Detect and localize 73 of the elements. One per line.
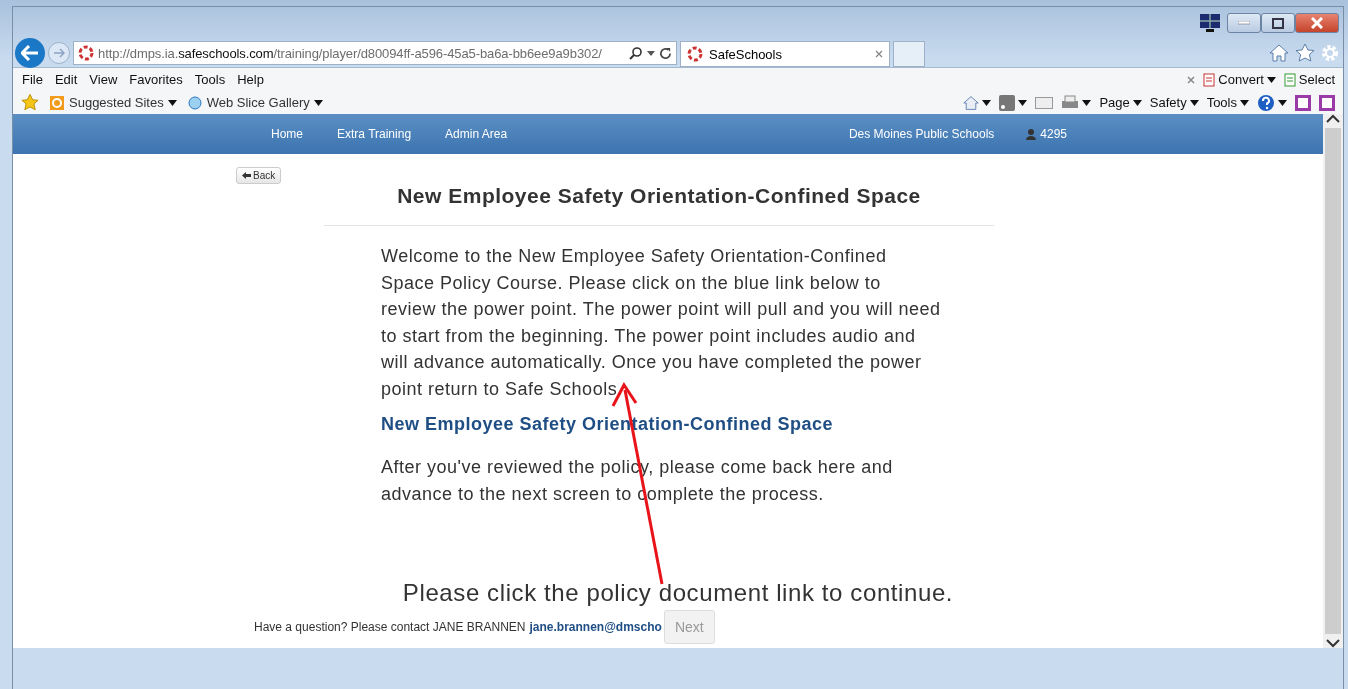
nav-link[interactable]: Home [271, 127, 303, 141]
toolbar-button[interactable]: Safety [1149, 95, 1187, 110]
menu-item[interactable]: File [21, 72, 44, 87]
user-menu[interactable]: 4295 [1040, 127, 1067, 141]
caret-icon [1189, 99, 1199, 106]
menu-item[interactable]: Edit [53, 72, 79, 87]
search-icon[interactable] [629, 46, 643, 60]
home-icon[interactable] [963, 94, 980, 111]
maximize-icon [1272, 17, 1284, 29]
caret-icon [167, 99, 177, 106]
continue-notice: Please click the policy document link to continue. [401, 579, 955, 607]
close-icon[interactable] [875, 50, 883, 58]
forward-arrow-icon [53, 48, 65, 58]
back-button[interactable] [15, 38, 45, 68]
organization-name: Des Moines Public Schools [848, 127, 995, 141]
caret-icon[interactable] [647, 50, 655, 56]
nav-link[interactable]: Extra Training [337, 127, 412, 141]
contact-text: Have a question? Please contact JANE BRANNEN [254, 620, 526, 634]
toolbar-button[interactable]: Convert [1218, 72, 1264, 87]
menu-item[interactable]: Tools [193, 72, 227, 87]
caret-icon [1018, 99, 1028, 106]
close-icon[interactable] [1187, 75, 1196, 84]
browser-tab[interactable]: SafeSchools [680, 41, 890, 67]
lifebuoy-icon [687, 46, 703, 62]
printer-icon[interactable] [1061, 94, 1080, 111]
feed-icon[interactable] [999, 94, 1016, 111]
notebook-icon[interactable] [1295, 94, 1311, 111]
new-tab-button[interactable] [893, 41, 925, 67]
scroll-up-icon[interactable] [1326, 114, 1340, 124]
back-arrow-icon [21, 45, 39, 61]
intro-paragraph: Welcome to the New Employee Safety Orientation-Confined Space Policy Course. Please click on the blue link below to review the power point. The power point will pull and you will need to start from the beginning. The power point includes audio and will advance automatically. Once you have completed the power point return to Safe Schools. [381, 245, 941, 401]
email-link[interactable]: jane.brannen@dmscho [529, 620, 662, 634]
scroll-down-icon[interactable] [1326, 638, 1340, 648]
favorites-link[interactable]: Web Slice Gallery [206, 95, 310, 110]
lifebuoy-icon [78, 45, 94, 61]
user-icon [1026, 128, 1037, 140]
toolbar-button[interactable]: Select [1298, 72, 1335, 87]
toolbar-button[interactable]: Page [1099, 95, 1130, 110]
caret-icon [1132, 99, 1142, 106]
refresh-icon[interactable] [659, 46, 672, 60]
minimize-icon [1238, 21, 1250, 25]
maximize-button[interactable] [1261, 13, 1295, 33]
favorites-star-icon[interactable] [21, 94, 39, 111]
forward-button[interactable] [48, 42, 70, 64]
caret-icon [1240, 99, 1249, 106]
help-icon[interactable] [1257, 93, 1275, 112]
caret-icon [1278, 99, 1287, 106]
nav-link[interactable]: Admin Area [445, 127, 508, 141]
caret-icon [1082, 99, 1092, 106]
monitor-icon [1199, 13, 1221, 33]
site-icon [49, 94, 65, 111]
document-icon [1283, 72, 1296, 87]
menu-item[interactable]: Favorites [128, 72, 184, 87]
address-field[interactable]: http://dmps.ia.safeschools.com/training/player/d80094ff-a596-45a5-ba6a-bb6ee9a9b302/ [73, 41, 677, 65]
document-icon [1203, 72, 1216, 87]
favorites-link[interactable]: Suggested Sites [69, 95, 164, 110]
mail-icon[interactable] [1035, 96, 1054, 109]
caret-icon [982, 99, 992, 106]
web-page-icon [186, 94, 203, 111]
scrollbar-thumb[interactable] [1325, 128, 1341, 634]
star-icon[interactable] [1295, 44, 1315, 62]
toolbar-button[interactable]: Tools [1206, 95, 1237, 110]
close-button[interactable] [1295, 13, 1339, 33]
left-arrow-icon [242, 172, 251, 179]
back-button[interactable]: Back [236, 167, 282, 184]
close-icon [1311, 17, 1323, 29]
caret-icon [313, 99, 323, 106]
page-title: New Employee Safety Orientation-Confined Space [324, 184, 994, 226]
caret-icon [1266, 76, 1276, 83]
menu-item[interactable]: Help [236, 72, 265, 87]
menu-item[interactable]: View [88, 72, 119, 87]
notebook-icon[interactable] [1319, 94, 1335, 111]
home-icon[interactable] [1269, 44, 1289, 62]
